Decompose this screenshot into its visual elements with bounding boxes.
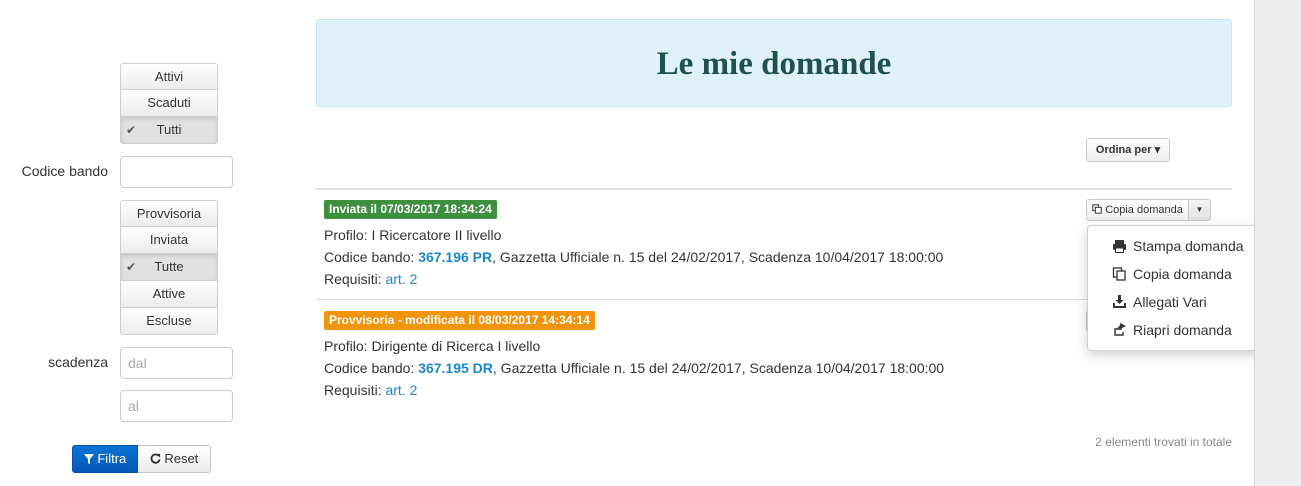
profilo-line: Profilo: Dirigente di Ricerca I livello <box>324 338 540 354</box>
menu-item-label: Copia domanda <box>1133 266 1232 282</box>
list-top-divider <box>316 188 1232 190</box>
check-icon: ✔ <box>126 260 137 274</box>
filter-escluse-button[interactable]: Escluse <box>120 308 218 335</box>
filter-scaduti-button[interactable]: Scaduti <box>120 90 218 117</box>
codice-bando-input[interactable] <box>120 156 233 188</box>
refresh-icon <box>150 453 161 464</box>
status-badge: Provvisoria - modificata il 08/03/2017 1… <box>324 311 595 330</box>
codice-label: Codice bando: <box>324 249 415 265</box>
filtra-button[interactable]: Filtra <box>72 445 138 473</box>
menu-item-copia[interactable]: Copia domanda <box>1088 260 1275 288</box>
filter-tutte-button[interactable]: ✔ Tutte <box>120 254 218 281</box>
reset-label: Reset <box>164 451 199 466</box>
sort-label: Ordina per <box>1095 144 1152 156</box>
filter-attive-button[interactable]: Attive <box>120 281 218 308</box>
caret-down-icon: ▼ <box>1195 205 1204 214</box>
filter-tutti-button[interactable]: ✔ Tutti <box>120 117 218 144</box>
codice-line: Codice bando: 367.195 DR, Gazzetta Uffic… <box>324 360 944 376</box>
filter-attivi-button[interactable]: Attivi <box>120 63 218 90</box>
codice-label: Codice bando: <box>324 360 415 376</box>
profilo-value: Dirigente di Ricerca I livello <box>371 338 541 354</box>
sort-dropdown-button[interactable]: Ordina per ▾ <box>1086 138 1170 162</box>
menu-item-label: Riapri domanda <box>1133 322 1232 338</box>
profilo-label: Profilo: <box>324 338 368 354</box>
requisiti-link[interactable]: art. 2 <box>385 382 417 398</box>
download-icon <box>1112 288 1128 316</box>
codice-details: , Gazzetta Ufficiale n. 15 del 24/02/201… <box>492 360 945 376</box>
menu-item-riapri[interactable]: Riapri domanda <box>1088 316 1275 344</box>
profilo-value: I Ricercatore II livello <box>371 227 502 243</box>
share-icon <box>1112 316 1128 344</box>
tipo-filter-group: Provvisoria Inviata ✔ Tutte Attive Esclus… <box>120 200 218 335</box>
requisiti-line: Requisiti: art. 2 <box>324 382 417 398</box>
status-badge: Inviata il 07/03/2017 18:34:24 <box>324 200 497 219</box>
filtra-label: Filtra <box>97 451 127 466</box>
filter-inviata-label: Inviata <box>149 232 189 247</box>
filter-tutte-label: Tutte <box>154 259 184 274</box>
requisiti-label: Requisiti: <box>324 271 382 287</box>
profilo-line: Profilo: I Ricercatore II livello <box>324 227 501 243</box>
codice-line: Codice bando: 367.196 PR, Gazzetta Uffic… <box>324 249 943 265</box>
menu-item-label: Stampa domanda <box>1133 238 1244 254</box>
codice-link[interactable]: 367.196 PR <box>418 249 492 265</box>
scadenza-dal-input[interactable] <box>120 347 233 379</box>
menu-item-label: Allegati Vari <box>1133 294 1207 310</box>
codice-details: , Gazzetta Ufficiale n. 15 del 24/02/201… <box>492 249 944 265</box>
requisiti-label: Requisiti: <box>324 382 382 398</box>
requisiti-line: Requisiti: art. 2 <box>324 271 417 287</box>
filter-escluse-label: Escluse <box>146 313 192 328</box>
menu-item-stampa[interactable]: Stampa domanda <box>1088 232 1275 260</box>
dropdown-toggle-button[interactable]: ▼ <box>1189 199 1211 221</box>
page-title: Le mie domande <box>656 46 892 82</box>
copy-icon <box>1112 260 1128 288</box>
caret-down-icon: ▾ <box>1154 144 1161 156</box>
filter-attivi-label: Attivi <box>154 69 184 84</box>
requisiti-link[interactable]: art. 2 <box>385 271 417 287</box>
page-scroll-gutter <box>1254 0 1301 486</box>
page-header: Le mie domande <box>316 19 1232 107</box>
copy-icon <box>1092 204 1102 214</box>
filter-tutti-label: Tutti <box>156 122 182 137</box>
actions-dropdown-menu: Stampa domanda Copia domanda Allegati Va… <box>1087 225 1276 351</box>
codice-link[interactable]: 367.195 DR <box>418 360 493 376</box>
print-icon <box>1112 232 1128 260</box>
check-icon: ✔ <box>126 123 137 137</box>
codice-bando-label: Codice bando <box>21 163 108 179</box>
scadenza-al-input[interactable] <box>120 390 233 422</box>
copy-domanda-label: Copia domanda <box>1105 204 1183 216</box>
filter-provvisoria-label: Provvisoria <box>136 206 202 221</box>
results-count: 2 elementi trovati in totale <box>1095 435 1232 449</box>
profilo-label: Profilo: <box>324 227 368 243</box>
menu-item-allegati[interactable]: Allegati Vari <box>1088 288 1275 316</box>
filter-icon <box>83 454 94 464</box>
filter-provvisoria-button[interactable]: Provvisoria <box>120 200 218 227</box>
scadenza-label: scadenza <box>48 354 108 370</box>
filter-inviata-button[interactable]: Inviata <box>120 227 218 254</box>
copy-domanda-button[interactable]: Copia domanda <box>1086 199 1189 221</box>
filter-attive-label: Attive <box>152 286 186 301</box>
filter-scaduti-label: Scaduti <box>147 95 191 110</box>
reset-button[interactable]: Reset <box>138 445 211 473</box>
status-filter-group: Attivi Scaduti ✔ Tutti <box>120 63 218 144</box>
